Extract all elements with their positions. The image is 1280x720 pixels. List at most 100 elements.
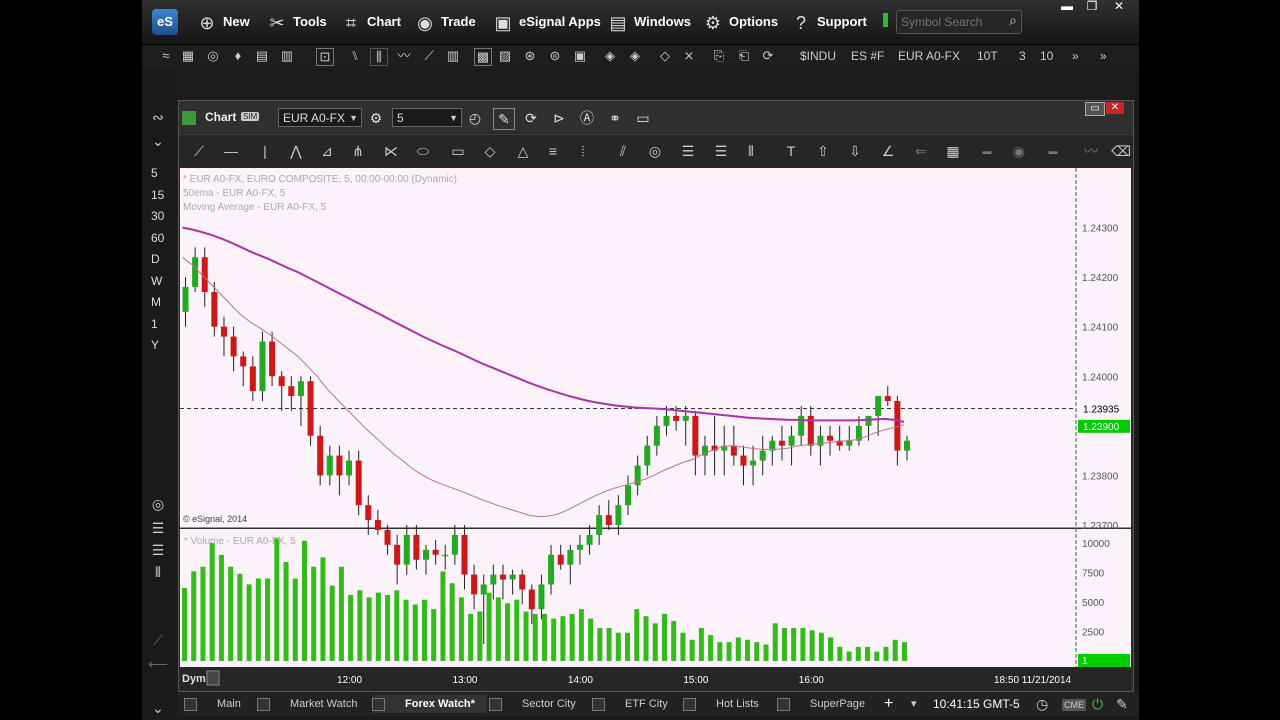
interval-y[interactable]: Y	[151, 338, 159, 352]
add-tab-icon[interactable]: +	[884, 695, 893, 713]
play-icon[interactable]: ⊳	[549, 108, 569, 128]
menu-support[interactable]: ? Support	[790, 11, 867, 33]
interval-15[interactable]: 15	[151, 188, 164, 202]
wave2-tool-icon[interactable]: 〰	[1077, 141, 1105, 161]
settings-gear-icon[interactable]: ⚙	[366, 108, 386, 128]
link-chain-icon[interactable]: ∾	[146, 109, 170, 127]
rectangle-tool-icon[interactable]: ▭	[444, 141, 472, 161]
hline-tool-icon[interactable]: —	[217, 141, 245, 161]
cross-icon[interactable]: ⨯	[681, 48, 697, 64]
split-icon[interactable]: ◈	[602, 48, 618, 64]
comment-icon[interactable]: ▭	[633, 108, 653, 128]
layout-icon[interactable]: ⊡	[316, 48, 334, 66]
symbol-search-box[interactable]: ⌕	[896, 10, 1022, 34]
interval-d[interactable]: D	[151, 252, 160, 266]
more-icon[interactable]: »	[1072, 49, 1079, 63]
arrow-left-tool-icon[interactable]: ⇐	[907, 141, 935, 161]
line-tool-icon[interactable]: ⟋	[185, 141, 213, 161]
target-icon[interactable]: ◎	[146, 496, 170, 514]
link-icon[interactable]: ⎘	[711, 48, 727, 64]
tab-market-watch[interactable]: Market Watch	[257, 695, 357, 713]
connected-icon[interactable]: ⏻	[1092, 695, 1103, 713]
tab-etf-city[interactable]: ETF City	[592, 695, 668, 713]
time-clock-icon[interactable]: ◷	[1036, 695, 1048, 713]
portfolio-icon[interactable]: ▩	[474, 48, 492, 66]
interval-w[interactable]: W	[151, 274, 162, 288]
arrow-up-tool-icon[interactable]: ⇧	[809, 141, 837, 161]
copy-icon[interactable]: ⎗	[736, 48, 752, 64]
line-icon[interactable]: 〰	[396, 48, 412, 64]
alert-a-icon[interactable]: Ⓐ	[577, 108, 597, 128]
tab-superpage[interactable]: SuperPage	[777, 695, 865, 713]
dynamic-label[interactable]: Dym	[182, 673, 206, 685]
minimize-icon[interactable]: ▬	[1056, 0, 1078, 14]
circle-tool-icon[interactable]: ◎	[641, 141, 669, 161]
fill-tool-icon[interactable]: ◇	[476, 141, 504, 161]
grid-icon[interactable]: ▦	[180, 48, 196, 64]
symbol-link-indu[interactable]: $INDU	[800, 49, 836, 63]
menu-lines-icon[interactable]: ☰	[146, 520, 170, 538]
tab-forex-watch[interactable]: Forex Watch*	[372, 695, 487, 713]
gann-tool-icon[interactable]: ⋉	[377, 141, 405, 161]
symbol-link-10t[interactable]: 10T	[977, 49, 998, 63]
fib-ext-tool-icon[interactable]: ☰	[707, 141, 735, 161]
channel-tool-icon[interactable]: ≡	[539, 141, 567, 161]
interval-m[interactable]: M	[151, 295, 161, 309]
area-icon[interactable]: ⟋	[421, 48, 437, 64]
restore-icon[interactable]: ❐	[1081, 0, 1103, 14]
bars-icon[interactable]: ⑊	[347, 48, 363, 64]
fib-tool-icon[interactable]: ☰	[674, 141, 702, 161]
clock-icon[interactable]: ◴	[465, 108, 485, 128]
arrow-down-tool-icon[interactable]: ⇩	[841, 141, 869, 161]
menu-chart[interactable]: ⌗ Chart	[340, 11, 401, 33]
eraser-icon[interactable]: ⌫	[1107, 141, 1135, 161]
alerts-icon[interactable]: ⊛	[522, 48, 538, 64]
combine-icon[interactable]: ◈	[627, 48, 643, 64]
esignal-logo[interactable]: eS	[152, 9, 178, 35]
ellipse-tool-icon[interactable]: ⬭	[409, 141, 437, 161]
triangle-tool-icon[interactable]: △	[509, 141, 537, 161]
columns-icon[interactable]: ⦀	[146, 564, 170, 582]
diamond-icon[interactable]: ◇	[657, 48, 673, 64]
close-icon[interactable]: ✕	[1108, 0, 1130, 14]
tab-sector-city[interactable]: Sector City	[489, 695, 576, 713]
chart-restore-icon[interactable]: ▭	[1085, 102, 1105, 116]
vline-tool-icon[interactable]: |	[251, 141, 279, 161]
edit-icon[interactable]: ✎	[1116, 695, 1128, 713]
eye-tool-icon[interactable]: ◉	[1005, 141, 1033, 161]
chart-close-icon[interactable]: ✕	[1106, 102, 1124, 114]
collapse-icon[interactable]: ⌄	[146, 133, 170, 151]
menu-new[interactable]: ⊕ New	[196, 11, 249, 33]
symbol-search-input[interactable]	[901, 13, 999, 30]
pti-tool-icon[interactable]: ▬	[1039, 141, 1067, 161]
fit-icon[interactable]	[206, 670, 220, 686]
candle-icon[interactable]: ⫼	[370, 48, 388, 66]
symbol-link-eur[interactable]: EUR A0-FX	[898, 49, 960, 63]
menu-esignal-apps[interactable]: ▣ eSignal Apps	[492, 11, 600, 33]
link-icon[interactable]: ⚭	[605, 108, 625, 128]
watch-icon[interactable]: ▤	[254, 48, 270, 64]
chart-symbol-select[interactable]: EUR A0-FX ▼	[278, 108, 362, 127]
moe-tool-icon[interactable]: ▬	[973, 141, 1001, 161]
search-icon[interactable]: ⌕	[1009, 12, 1017, 29]
refresh-icon[interactable]: ⟳	[760, 48, 776, 64]
interval-link-10[interactable]: 10	[1040, 49, 1053, 63]
interval-60[interactable]: 60	[151, 231, 164, 245]
more-icon-2[interactable]: »	[1100, 49, 1107, 63]
news-icon[interactable]: ▨	[497, 48, 513, 64]
menu-options[interactable]: ⚙ Options	[702, 11, 778, 33]
quote-icon[interactable]: ≈	[158, 48, 174, 64]
tab-main[interactable]: Main	[184, 695, 241, 713]
expand-icon[interactable]: ⌄	[146, 700, 170, 718]
symbol-link-es[interactable]: ES #F	[851, 49, 884, 63]
list-icon[interactable]: ▥	[279, 48, 295, 64]
menu-tools[interactable]: ✂ Tools	[266, 11, 326, 33]
fib-time-tool-icon[interactable]: ⦀	[737, 141, 765, 161]
tab-hot-lists[interactable]: Hot Lists	[683, 695, 759, 713]
globe-icon[interactable]: ◎	[205, 48, 221, 64]
menu-windows[interactable]: ▤ Windows	[607, 11, 690, 33]
fan-tool-icon[interactable]: ⊿	[313, 141, 341, 161]
pencil-icon[interactable]: ✎	[493, 108, 515, 130]
parallel-tool-icon[interactable]: ⫽	[609, 141, 637, 161]
wave-tool-icon[interactable]: ⋀	[282, 141, 310, 161]
